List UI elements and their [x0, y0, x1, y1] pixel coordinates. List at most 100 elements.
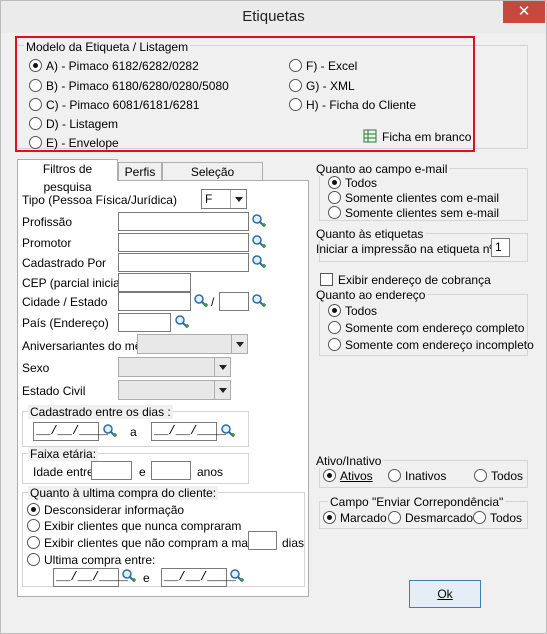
promotor-input[interactable]: [118, 233, 249, 252]
chevron-down-icon: [214, 381, 230, 399]
tab-perfis[interactable]: Perfis: [118, 162, 162, 182]
cobranca-checkbox[interactable]: [320, 273, 333, 286]
correspondencia-label-desmarcado: Desmarcado: [405, 511, 474, 525]
model-radio-h[interactable]: [289, 98, 302, 111]
email-radio-sem[interactable]: [328, 206, 341, 219]
model-label-c: C) - Pimaco 6081/6181/6281: [46, 98, 200, 112]
ultima-end-date[interactable]: __/__/____: [161, 568, 236, 587]
pais-search-icon[interactable]: [174, 314, 190, 330]
ultima-radio-entre[interactable]: [27, 553, 40, 566]
faixa-etaria-legend: Faixa etária:: [28, 447, 99, 461]
cobranca-label: Exibir endereço de cobrança: [338, 273, 491, 287]
model-radio-b[interactable]: [29, 79, 42, 92]
ultima-compra-legend: Quanto à ultima compra do cliente:: [28, 486, 219, 500]
ok-label: Ok: [437, 587, 453, 601]
ativo-label-todos: Todos: [491, 469, 524, 483]
endereco-radio-incompleto[interactable]: [328, 338, 341, 351]
ultima-start-date[interactable]: __/__/____: [53, 568, 128, 587]
ativo-radio-inativos[interactable]: [388, 469, 401, 482]
correspondencia-label-todos: Todos: [490, 511, 523, 525]
ultima-radio-nunca[interactable]: [27, 519, 40, 532]
ultima-label-desconsiderar: Desconsiderar informação: [44, 503, 185, 517]
cadastrado-por-input[interactable]: [118, 253, 249, 272]
ativo-legend: Ativo/Inativo: [314, 454, 384, 468]
endereco-label-todos: Todos: [345, 304, 378, 318]
endereco-radio-todos[interactable]: [328, 304, 341, 317]
ultima-radio-mais-de[interactable]: [27, 536, 40, 549]
model-radio-g[interactable]: [289, 79, 302, 92]
model-radio-f[interactable]: [289, 59, 302, 72]
ultima-label-entre: Ultima compra entre:: [44, 553, 156, 567]
cadastrado-end-search-icon[interactable]: [220, 423, 236, 439]
chevron-down-icon: [214, 358, 230, 376]
close-button[interactable]: ✕: [503, 1, 545, 23]
spreadsheet-icon: [363, 129, 377, 143]
model-label-g: G) - XML: [306, 79, 355, 93]
estado-input[interactable]: [219, 292, 249, 311]
promotor-label: Promotor: [22, 236, 72, 250]
correspondencia-legend: Campo "Enviar Correpondência": [328, 495, 506, 509]
correspondencia-radio-desmarcado[interactable]: [388, 511, 401, 524]
estado-civil-select[interactable]: [118, 380, 231, 400]
model-label-b: B) - Pimaco 6180/6280/0280/5080: [46, 79, 229, 93]
cadastrado-start-search-icon[interactable]: [102, 423, 118, 439]
sexo-select[interactable]: [118, 357, 231, 377]
estado-civil-label: Estado Civil: [22, 384, 86, 398]
tab-selecao-especifica[interactable]: Seleção Específica: [162, 162, 263, 197]
cadastrado-a-label: a: [130, 425, 137, 439]
idade-max-input[interactable]: [151, 461, 191, 480]
ultima-start-search-icon[interactable]: [121, 568, 137, 584]
cidade-input[interactable]: [118, 292, 191, 311]
model-radio-c[interactable]: [29, 98, 42, 111]
endereco-label-incompleto: Somente com endereço incompleto: [345, 338, 534, 352]
tipo-select[interactable]: F: [201, 189, 247, 209]
ok-button[interactable]: Ok: [409, 580, 481, 608]
dias-input[interactable]: [248, 531, 277, 550]
profissao-label: Profissão: [22, 215, 73, 229]
ativo-radio-ativos[interactable]: [323, 469, 336, 482]
iniciar-label: Iniciar a impressão na etiqueta nº: [316, 242, 494, 256]
ultima-end-search-icon[interactable]: [229, 568, 245, 584]
cidade-search-icon[interactable]: [193, 293, 209, 309]
iniciar-input[interactable]: 1: [491, 238, 510, 257]
model-radio-e[interactable]: [29, 136, 42, 149]
correspondencia-radio-todos[interactable]: [473, 511, 486, 524]
pais-input[interactable]: [118, 313, 171, 332]
correspondencia-radio-marcado[interactable]: [323, 511, 336, 524]
cadastrado-start-date[interactable]: __/__/____: [33, 422, 108, 441]
cadastrado-entre-legend: Cadastrado entre os dias :: [28, 405, 173, 419]
chevron-down-icon: [230, 190, 246, 208]
email-radio-com[interactable]: [328, 191, 341, 204]
model-label-h: H) - Ficha do Cliente: [306, 98, 417, 112]
email-radio-todos[interactable]: [328, 176, 341, 189]
title-bar[interactable]: Etiquetas ✕: [1, 1, 546, 33]
etiquetas-dialog: Etiquetas ✕ Modelo da Etiqueta / Listage…: [0, 0, 547, 634]
ultima-radio-desconsiderar[interactable]: [27, 503, 40, 516]
idade-entre-label: Idade entre: [33, 465, 94, 479]
model-label-e: E) - Envelope: [46, 136, 119, 150]
cadastrado-end-date[interactable]: __/__/____: [151, 422, 226, 441]
model-label-a: A) - Pimaco 6182/6282/0282: [46, 59, 199, 73]
model-radio-a[interactable]: [29, 59, 42, 72]
endereco-radio-completo[interactable]: [328, 321, 341, 334]
profissao-input[interactable]: [118, 212, 249, 231]
idade-min-input[interactable]: [91, 461, 132, 480]
profissao-search-icon[interactable]: [251, 213, 267, 229]
model-label-f: F) - Excel: [306, 59, 358, 73]
sexo-label: Sexo: [22, 361, 50, 375]
email-label-com: Somente clientes com e-mail: [345, 191, 500, 205]
ficha-em-branco-button[interactable]: Ficha em branco: [361, 127, 471, 145]
ativo-radio-todos[interactable]: [474, 469, 487, 482]
cadastrado-por-label: Cadastrado Por: [22, 256, 107, 270]
ultima-e-label: e: [143, 571, 150, 585]
email-label-todos: Todos: [345, 176, 378, 190]
tab-filtros[interactable]: Filtros de pesquisa: [17, 159, 118, 194]
cadastrado-por-search-icon[interactable]: [251, 254, 267, 270]
cep-input[interactable]: [118, 273, 191, 292]
model-radio-d[interactable]: [29, 117, 42, 130]
chevron-down-icon: [231, 335, 247, 353]
model-label-d: D) - Listagem: [46, 117, 119, 131]
promotor-search-icon[interactable]: [251, 234, 267, 250]
estado-search-icon[interactable]: [251, 293, 267, 309]
aniversariantes-select[interactable]: [137, 334, 248, 354]
